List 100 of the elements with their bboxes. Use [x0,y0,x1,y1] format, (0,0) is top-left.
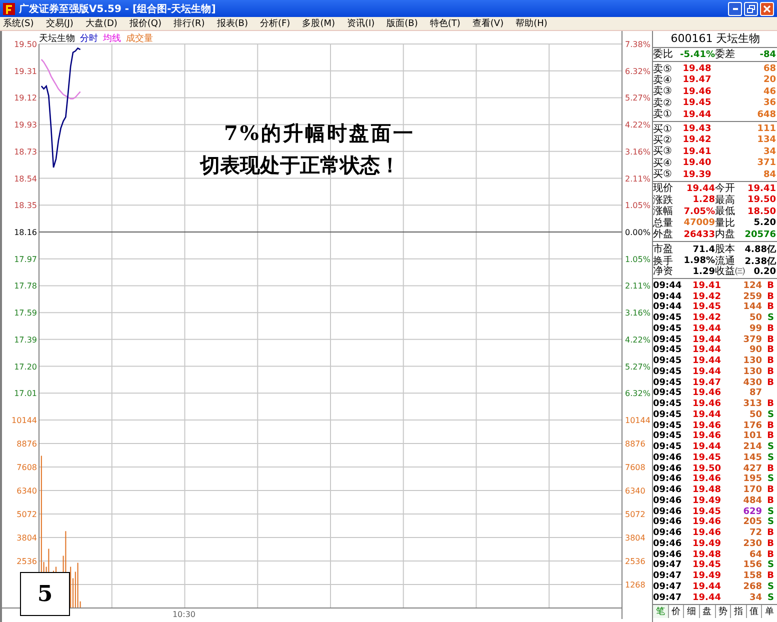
trade-side: B [767,420,774,431]
trade-volume: 87 [748,388,762,398]
panel-tab[interactable]: 盘 [700,605,716,618]
trade-volume: 50 [748,313,762,324]
order-volume: 36 [762,98,776,108]
axis-label: 8876 [625,440,646,448]
order-label: 买⑤ [653,169,673,180]
axis-label: 3804 [16,534,37,542]
axis-label: 17.97 [14,254,37,264]
panel-tab[interactable]: 细 [684,605,700,618]
menu-item[interactable]: 帮助(H) [516,17,548,30]
order-label: 卖③ [653,86,673,98]
menu-item[interactable]: 特色(T) [430,17,460,30]
field-label: 换手 [653,256,674,267]
order-price: 19.41 [682,146,712,157]
trade-time: 09:46 [653,550,683,560]
menu-item[interactable]: 报价(Q) [129,17,162,30]
menu-item[interactable]: 大盘(D) [85,17,118,30]
trade-price: 19.49 [692,538,721,549]
trade-time: 09:46 [653,496,683,506]
trade-time: 09:45 [653,313,683,324]
page-number: 5 [20,572,70,616]
trade-side: B [767,378,774,388]
trade-volume: 379 [742,334,762,345]
trade-price: 19.41 [692,280,721,291]
menu-item[interactable]: 交易(J) [46,17,74,30]
trade-time: 09:46 [653,464,683,474]
axis-label: 17.20 [14,362,37,372]
axis-label: 7608 [625,463,646,472]
field-value: -5.41% [679,50,715,60]
order-price: 19.39 [682,170,712,180]
close-button[interactable] [760,2,774,16]
trade-time: 09:47 [653,571,683,582]
trade-volume: 72 [748,528,762,538]
trade-volume: 313 [742,399,762,410]
minimize-button[interactable] [728,2,742,16]
menu-item[interactable]: 系统(S) [3,17,34,30]
field-label: 流通 [715,256,736,267]
trade-time: 09:47 [653,560,683,570]
trade-time: 09:46 [653,506,683,517]
trade-price: 19.44 [692,334,721,345]
trade-side: B [767,334,774,345]
menu-item[interactable]: 多股(M) [302,17,335,30]
axis-label: 17.59 [14,308,37,318]
trade-price: 19.44 [692,345,721,356]
menu-item[interactable]: 报表(B) [216,17,248,30]
field-value: 5.20 [752,218,776,228]
axis-label: 10144 [12,416,37,425]
trade-volume: 427 [742,464,762,474]
trade-time: 09:45 [653,378,683,388]
axis-label: 4.22% [625,335,650,344]
trade-side: B [767,431,774,442]
trade-time: 09:45 [653,324,683,334]
order-label: 卖⑤ [653,64,673,75]
trade-side: B [767,550,774,560]
trade-time: 09:46 [653,485,683,496]
trade-side: S [768,592,774,603]
panel-tab[interactable]: 单 [762,605,777,618]
field-value: 1.28 [692,195,715,206]
trade-time: 09:45 [653,388,683,398]
trade-volume: 214 [742,442,762,452]
axis-label: 5.27% [625,94,650,103]
panel-tab[interactable]: 值 [746,605,762,618]
trade-time: 09:46 [653,452,683,463]
trade-price: 19.45 [692,560,721,570]
trade-side: S [768,410,774,420]
field-label: 今开 [715,183,736,194]
trade-price: 19.46 [692,388,721,398]
axis-label: 2536 [625,557,646,566]
panel-tab[interactable]: 指 [731,605,747,618]
restore-button[interactable] [744,2,758,16]
menu-item[interactable]: 版面(B) [386,17,418,30]
trade-time: 09:46 [653,474,683,484]
menu-item[interactable]: 分析(F) [260,17,290,30]
stock-title: 600161 天坛生物 [653,31,777,48]
trade-side: B [767,528,774,538]
trade-price: 19.46 [692,474,721,484]
trade-volume: 130 [742,356,762,366]
order-label: 卖④ [653,74,673,86]
menu-item[interactable]: 资讯(I) [346,17,375,30]
trade-side: B [767,496,774,506]
trade-side: B [767,345,774,356]
panel-tab[interactable]: 势 [716,605,732,618]
trade-volume: 124 [742,280,762,291]
trade-side: B [767,538,774,549]
trade-time: 09:45 [653,420,683,431]
trade-side: S [768,474,774,484]
trade-price: 19.45 [692,506,721,517]
panel-tab[interactable]: 价 [668,605,684,618]
panel-tab[interactable]: 笔 [653,605,669,618]
trade-time: 09:46 [653,538,683,549]
window-title: 广发证券至强版V5.59 - [组合图-天坛生物] [19,2,217,16]
trade-volume: 430 [742,378,762,388]
trade-side: S [768,313,774,324]
axis-label: 3.16% [625,147,650,156]
axis-label: 6.32% [625,66,650,76]
menu-item[interactable]: 排行(R) [174,17,205,30]
order-volume: 84 [762,170,776,180]
menu-item[interactable]: 查看(V) [472,17,504,30]
axis-label: 7608 [16,463,37,472]
